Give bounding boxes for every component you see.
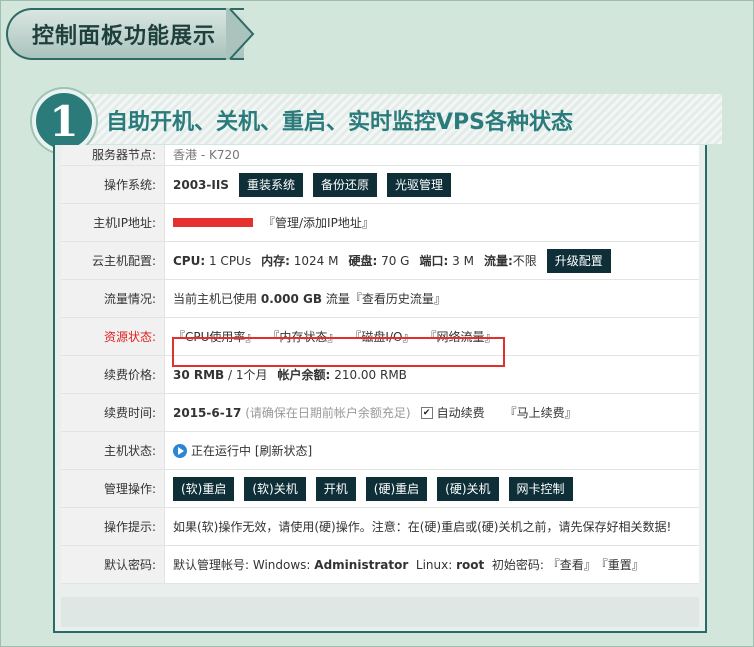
control-panel: 服务器节点: 香港 - K720 操作系统: 2003-IIS 重装系统 备份还… [53,145,707,633]
windows-user: Administrator [314,557,409,572]
price-period: / 1个月 [228,368,268,382]
running-icon [173,443,187,458]
row-label: 续费价格: [61,356,165,393]
upgrade-button[interactable]: 升级配置 [546,248,611,273]
price-value: 30 RMB [173,367,225,382]
view-password-link[interactable]: 『查看』 [548,556,596,573]
traffic-amount: 0.000 GB [260,291,322,306]
status-value: 正在运行中 [191,444,252,458]
traffic-label: 流量: [483,254,513,268]
nic-control-button[interactable]: 网卡控制 [508,476,573,501]
auto-renew-checkbox[interactable]: ✔ [420,406,433,419]
reinstall-button[interactable]: 重装系统 [238,172,303,197]
row-os: 操作系统: 2003-IIS 重装系统 备份还原 光驱管理 [61,166,699,204]
row-label: 云主机配置: [61,242,165,279]
mem-value: 1024 M [293,253,339,268]
row-label: 资源状态: [61,318,165,355]
cpu-value: 1 CPUs [208,253,252,268]
disk-label: 硬盘: [348,254,378,268]
soft-shutdown-button[interactable]: (软)关机 [244,476,306,501]
cdrom-manage-button[interactable]: 光驱管理 [386,172,451,197]
os-value: 2003-IIS [173,177,229,192]
row-label: 主机状态: [61,432,165,469]
row-label: 操作系统: [61,166,165,203]
backup-restore-button[interactable]: 备份还原 [312,172,377,197]
balance-label: 帐户余额: [277,368,331,382]
port-value: 3 M [452,253,474,268]
section-title: 自助开机、关机、重启、实时监控VPS各种状态 [106,110,573,135]
account-prefix: 默认管理帐号: Windows: [173,558,311,572]
row-manage: 管理操作: (软)重启 (软)关机 开机 (硬)重启 (硬)关机 网卡控制 [61,470,699,508]
row-label: 管理操作: [61,470,165,507]
renew-now-link[interactable]: 『马上续费』 [505,404,577,421]
row-label: 续费时间: [61,394,165,431]
ip-redacted [173,218,253,227]
row-label: 服务器节点: [61,145,165,165]
renew-note: (请确保在日期前帐户余额充足) [245,406,411,420]
hard-reboot-button[interactable]: (硬)重启 [365,476,428,501]
row-node: 服务器节点: 香港 - K720 [61,145,699,166]
row-traffic: 流量情况: 当前主机已使用 0.000 GB 流量『查看历史流量』 [61,280,699,318]
row-label: 流量情况: [61,280,165,317]
tip-value: 如果(软)操作无效，请使用(硬)操作。注意：在(硬)重启或(硬)关机之前，请先保… [173,520,672,534]
row-password: 默认密码: 默认管理帐号: Windows: Administrator Lin… [61,546,699,584]
row-label: 主机IP地址: [61,204,165,241]
row-tip: 操作提示: 如果(软)操作无效，请使用(硬)操作。注意：在(硬)重启或(硬)关机… [61,508,699,546]
reset-password-link[interactable]: 『重置』 [596,556,644,573]
traffic-prefix: 当前主机已使用 [173,292,258,306]
linux-user: root [456,557,485,572]
port-label: 端口: [419,254,449,268]
banner-title: 控制面板功能展示 [32,24,217,49]
resource-highlight-box [172,337,505,367]
section-number: 1 [32,89,96,153]
traffic-value: 不限 [512,254,537,268]
panel-bottom-strip [61,597,699,627]
traffic-history-link[interactable]: 流量『查看历史流量』 [326,290,446,307]
row-ip: 主机IP地址: 『管理/添加IP地址』 [61,204,699,242]
power-on-button[interactable]: 开机 [315,476,356,501]
disk-value: 70 G [381,253,410,268]
auto-renew-label: 自动续费 [436,406,485,420]
password-label: 初始密码: [491,558,544,572]
renew-date: 2015-6-17 [173,405,242,420]
row-config: 云主机配置: CPU: 1 CPUs 内存: 1024 M 硬盘: 70 G 端… [61,242,699,280]
node-value: 香港 - K720 [173,148,240,162]
row-status: 主机状态: 正在运行中 [刷新状态] [61,432,699,470]
cpu-label: CPU: [173,253,206,268]
soft-reboot-button[interactable]: (软)重启 [173,476,235,501]
manage-ip-link[interactable]: 『管理/添加IP地址』 [263,214,374,231]
balance-value: 210.00 RMB [334,367,407,382]
row-label: 操作提示: [61,508,165,545]
row-renew: 续费时间: 2015-6-17 (请确保在日期前帐户余额充足) ✔ 自动续费 『马… [61,394,699,432]
mem-label: 内存: [261,254,290,268]
refresh-status-link[interactable]: [刷新状态] [255,442,312,459]
row-label: 默认密码: [61,546,165,583]
linux-label: Linux: [415,557,453,572]
hard-shutdown-button[interactable]: (硬)关机 [437,476,499,501]
